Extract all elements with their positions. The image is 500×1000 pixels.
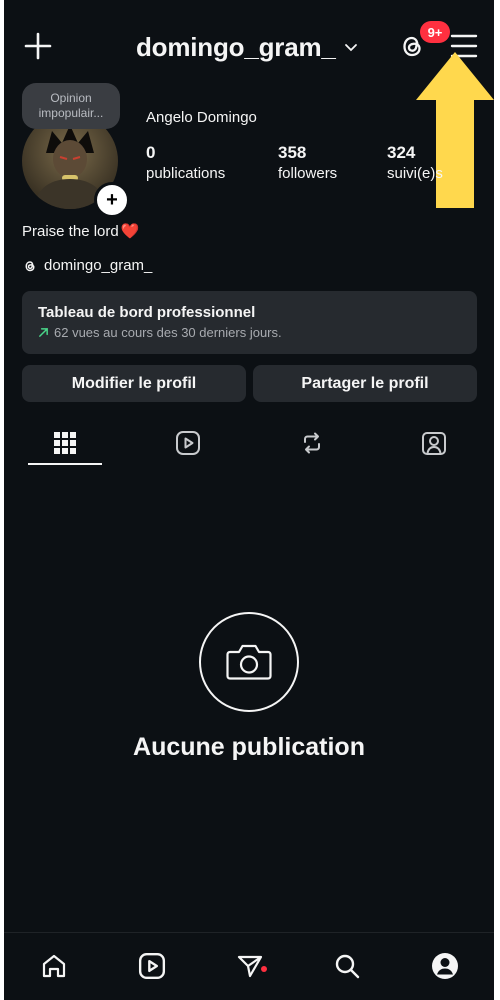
following-label: suivi(e)s bbox=[387, 165, 443, 182]
dashboard-title: Tableau de bord professionnel bbox=[38, 304, 256, 321]
messages-icon bbox=[237, 955, 263, 978]
nav-search[interactable] bbox=[327, 946, 367, 986]
messages-unread-dot bbox=[261, 966, 267, 972]
plus-icon bbox=[24, 32, 52, 60]
trend-up-icon bbox=[39, 328, 48, 337]
heart-emoji: ❤️ bbox=[120, 223, 140, 240]
dashboard-subtitle: 62 vues au cours des 30 derniers jours. bbox=[54, 325, 282, 340]
home-icon bbox=[42, 954, 66, 978]
following-count: 324 bbox=[387, 143, 416, 162]
empty-state-camera bbox=[199, 612, 299, 712]
note-bubble[interactable]: Opinion impopulair... bbox=[22, 83, 120, 129]
following-stat[interactable]: 324 suivi(e)s bbox=[387, 142, 443, 184]
nav-home[interactable] bbox=[34, 946, 74, 986]
threads-handle: domingo_gram_ bbox=[44, 257, 153, 274]
highlight-arrow bbox=[416, 52, 494, 208]
tab-tagged[interactable] bbox=[390, 420, 478, 466]
add-story-button[interactable]: + bbox=[94, 182, 130, 218]
plus-icon: + bbox=[106, 189, 118, 211]
professional-dashboard[interactable]: Tableau de bord professionnel 62 vues au… bbox=[22, 291, 477, 354]
reels-icon bbox=[176, 431, 200, 455]
tagged-icon bbox=[422, 432, 446, 455]
profile-icon bbox=[432, 953, 458, 979]
tab-reposts[interactable] bbox=[268, 420, 356, 466]
posts-count: 0 bbox=[146, 143, 156, 162]
empty-state-text: Aucune publication bbox=[133, 733, 365, 761]
followers-stat[interactable]: 358 followers bbox=[278, 142, 337, 184]
create-button[interactable] bbox=[22, 30, 54, 62]
posts-label: publications bbox=[146, 165, 226, 182]
full-name: Angelo Domingo bbox=[146, 109, 257, 126]
username: domingo_gram_ bbox=[136, 31, 336, 62]
bio-text: Praise the lord bbox=[22, 222, 119, 240]
followers-label: followers bbox=[278, 165, 338, 182]
notification-badge: 9+ bbox=[420, 21, 450, 43]
note-line-1: Opinion bbox=[50, 91, 92, 105]
edit-profile-button[interactable]: Modifier le profil bbox=[22, 365, 246, 402]
reels-icon bbox=[138, 952, 166, 980]
profile-screen: domingo_gram_ 9+ Opinion impopulair... +… bbox=[4, 0, 494, 1000]
followers-count: 358 bbox=[278, 143, 307, 162]
grid-icon bbox=[54, 432, 76, 454]
dashboard-subtitle-row: 62 vues au cours des 30 derniers jours. bbox=[38, 325, 461, 340]
threads-icon bbox=[25, 260, 35, 271]
chevron-down-icon bbox=[344, 44, 357, 52]
search-icon bbox=[335, 954, 360, 979]
note-line-2: impopulair... bbox=[38, 106, 104, 120]
threads-profile-link[interactable]: domingo_gram_ bbox=[22, 257, 152, 274]
posts-stat[interactable]: 0 publications bbox=[146, 142, 225, 184]
nav-profile[interactable] bbox=[425, 946, 465, 986]
tab-reels[interactable] bbox=[144, 420, 232, 466]
share-profile-button[interactable]: Partager le profil bbox=[253, 365, 477, 402]
bio: Praise the lord ❤️ bbox=[22, 222, 140, 241]
camera-icon bbox=[226, 644, 272, 680]
reposts-icon bbox=[304, 432, 320, 454]
active-tab-indicator bbox=[28, 463, 102, 465]
account-switcher[interactable]: domingo_gram_ bbox=[136, 30, 358, 64]
nav-reels[interactable] bbox=[132, 946, 172, 986]
tab-grid[interactable] bbox=[21, 420, 109, 466]
